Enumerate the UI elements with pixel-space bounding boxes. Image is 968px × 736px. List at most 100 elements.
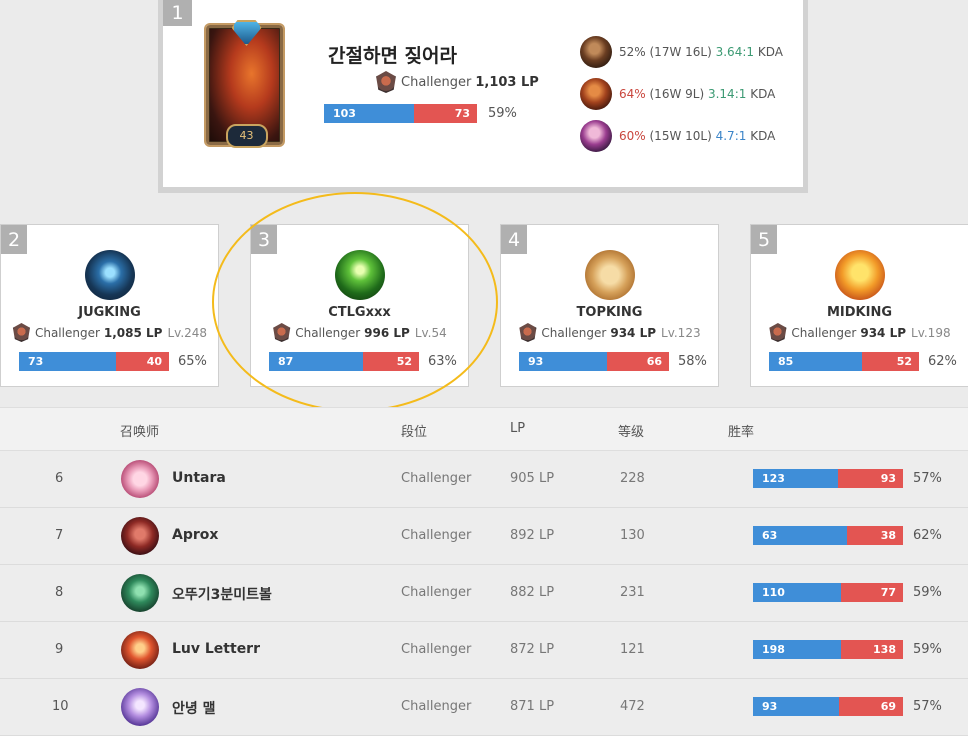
tier-crest-icon <box>231 20 262 46</box>
profile-avatar-icon[interactable] <box>121 631 159 669</box>
lp-cell: 892 LP <box>510 528 555 543</box>
winrate-text: 57% <box>913 471 942 486</box>
winrate-text: 65% <box>178 354 207 369</box>
lp-cell: 905 LP <box>510 471 555 486</box>
profile-avatar-icon[interactable] <box>84 250 135 300</box>
tier-info: Challenger 934 LP Lv.123 <box>501 323 718 342</box>
challenger-emblem-icon <box>519 323 537 342</box>
wins-segment: 198 <box>753 640 841 659</box>
top-player-card[interactable]: 1 43 간절하면 짖어라 Challenger 1,103 LP 103 73… <box>158 0 808 193</box>
tier-cell: Challenger <box>401 471 472 486</box>
losses-segment: 40 <box>116 352 169 371</box>
level-badge: 43 <box>225 124 268 148</box>
table-row[interactable]: 7 Aprox Challenger 892 LP 130 63 38 62% <box>0 508 968 565</box>
profile-avatar-icon[interactable] <box>121 688 159 726</box>
champion-record: (15W 10L) <box>649 129 712 143</box>
player-name[interactable]: 간절하면 짖어라 <box>328 41 457 68</box>
kda-suffix: KDA <box>757 45 783 59</box>
tier-cell: Challenger <box>401 699 472 714</box>
column-header-summoner[interactable]: 召唤师 <box>120 421 159 440</box>
player-name[interactable]: JUGKING <box>1 305 218 320</box>
rank-cell: 10 <box>52 699 69 714</box>
champion-winrate: 64% <box>619 87 646 101</box>
profile-avatar-icon[interactable] <box>121 574 159 612</box>
losses-segment: 38 <box>847 526 903 545</box>
summoner-name[interactable]: 오뚜기3분미트볼 <box>172 584 272 604</box>
ranking-card[interactable]: 4 TOPKING Challenger 934 LP Lv.123 93 66… <box>500 224 719 387</box>
lp-value: 1,103 LP <box>475 74 539 90</box>
tier-label: Challenger <box>541 325 607 340</box>
tier-info: Challenger 934 LP Lv.198 <box>751 323 968 342</box>
winrate-text: 59% <box>913 585 942 600</box>
wins-segment: 123 <box>753 469 838 488</box>
tier-label: Challenger <box>791 325 857 340</box>
rank-badge: 4 <box>501 225 527 254</box>
rank-cell: 9 <box>55 642 64 657</box>
winrate-bar: 198 138 <box>753 640 903 659</box>
rank-badge: 1 <box>163 0 192 26</box>
winrate-bar: 123 93 <box>753 469 903 488</box>
profile-avatar-icon[interactable] <box>834 250 885 300</box>
champion-portrait-icon <box>580 36 612 68</box>
tier-cell: Challenger <box>401 642 472 657</box>
level-value: Lv.198 <box>911 325 951 340</box>
player-name[interactable]: TOPKING <box>501 305 718 320</box>
winrate-bar: 93 66 <box>519 352 669 371</box>
ranking-card[interactable]: 5 MIDKING Challenger 934 LP Lv.198 85 52… <box>750 224 968 387</box>
level-cell: 231 <box>620 585 645 600</box>
column-header-tier[interactable]: 段位 <box>401 421 427 440</box>
rank-badge: 5 <box>751 225 777 254</box>
tier-cell: Challenger <box>401 528 472 543</box>
summoner-name[interactable]: Luv Letterr <box>172 641 260 657</box>
champion-stat-row[interactable]: 64% (16W 9L) 3.14:1 KDA <box>580 78 775 110</box>
table-row[interactable]: 10 안녕 맬 Challenger 871 LP 472 93 69 57% <box>0 679 968 736</box>
champion-portrait-icon <box>580 78 612 110</box>
champion-kda: 3.64:1 <box>715 45 755 59</box>
top-player-card-body: 1 43 간절하면 짖어라 Challenger 1,103 LP 103 73… <box>163 0 803 187</box>
level-value: Lv.123 <box>661 325 701 340</box>
column-header-level[interactable]: 等级 <box>618 421 644 440</box>
profile-icon-frame[interactable]: 43 <box>206 20 283 148</box>
profile-avatar-icon[interactable] <box>121 517 159 555</box>
profile-avatar-icon[interactable] <box>584 250 635 300</box>
ranking-card[interactable]: 2 JUGKING Challenger 1,085 LP Lv.248 73 … <box>0 224 219 387</box>
column-header-winrate[interactable]: 胜率 <box>728 421 754 440</box>
summoner-name[interactable]: Untara <box>172 470 226 486</box>
level-cell: 130 <box>620 528 645 543</box>
challenger-emblem-icon <box>376 71 396 93</box>
table-row[interactable]: 8 오뚜기3분미트볼 Challenger 882 LP 231 110 77 … <box>0 565 968 622</box>
winrate-text: 59% <box>913 642 942 657</box>
rank-badge: 2 <box>1 225 27 254</box>
champion-kda: 4.7:1 <box>715 129 747 143</box>
wins-segment: 73 <box>19 352 116 371</box>
column-header-lp[interactable]: LP <box>510 421 525 436</box>
winrate-text: 57% <box>913 699 942 714</box>
summoner-name[interactable]: 안녕 맬 <box>172 698 216 718</box>
table-row[interactable]: 9 Luv Letterr Challenger 872 LP 121 198 … <box>0 622 968 679</box>
losses-segment: 73 <box>414 104 477 123</box>
winrate-text: 62% <box>928 354 957 369</box>
rank-cell: 8 <box>55 585 64 600</box>
wins-segment: 85 <box>769 352 862 371</box>
losses-segment: 69 <box>839 697 903 716</box>
table-row[interactable]: 6 Untara Challenger 905 LP 228 123 93 57… <box>0 451 968 508</box>
challenger-emblem-icon <box>769 323 787 342</box>
winrate-bar: 85 52 <box>769 352 919 371</box>
winrate-text: 62% <box>913 528 942 543</box>
wins-segment: 63 <box>753 526 847 545</box>
champion-stat-row[interactable]: 60% (15W 10L) 4.7:1 KDA <box>580 120 775 152</box>
winrate-bar: 73 40 <box>19 352 169 371</box>
wins-segment: 93 <box>753 697 839 716</box>
champion-stat-row[interactable]: 52% (17W 16L) 3.64:1 KDA <box>580 36 783 68</box>
profile-avatar-icon[interactable] <box>121 460 159 498</box>
highlight-circle <box>212 192 498 412</box>
lp-cell: 872 LP <box>510 642 555 657</box>
table-header: 召唤师 段位 LP 等级 胜率 <box>0 407 968 451</box>
winrate-bar: 110 77 <box>753 583 903 602</box>
player-name[interactable]: MIDKING <box>751 305 968 320</box>
losses-segment: 93 <box>838 469 903 488</box>
wins-segment: 93 <box>519 352 607 371</box>
ranking-table: 召唤师 段位 LP 等级 胜率 6 Untara Challenger 905 … <box>0 407 968 736</box>
lp-cell: 882 LP <box>510 585 555 600</box>
summoner-name[interactable]: Aprox <box>172 527 218 543</box>
